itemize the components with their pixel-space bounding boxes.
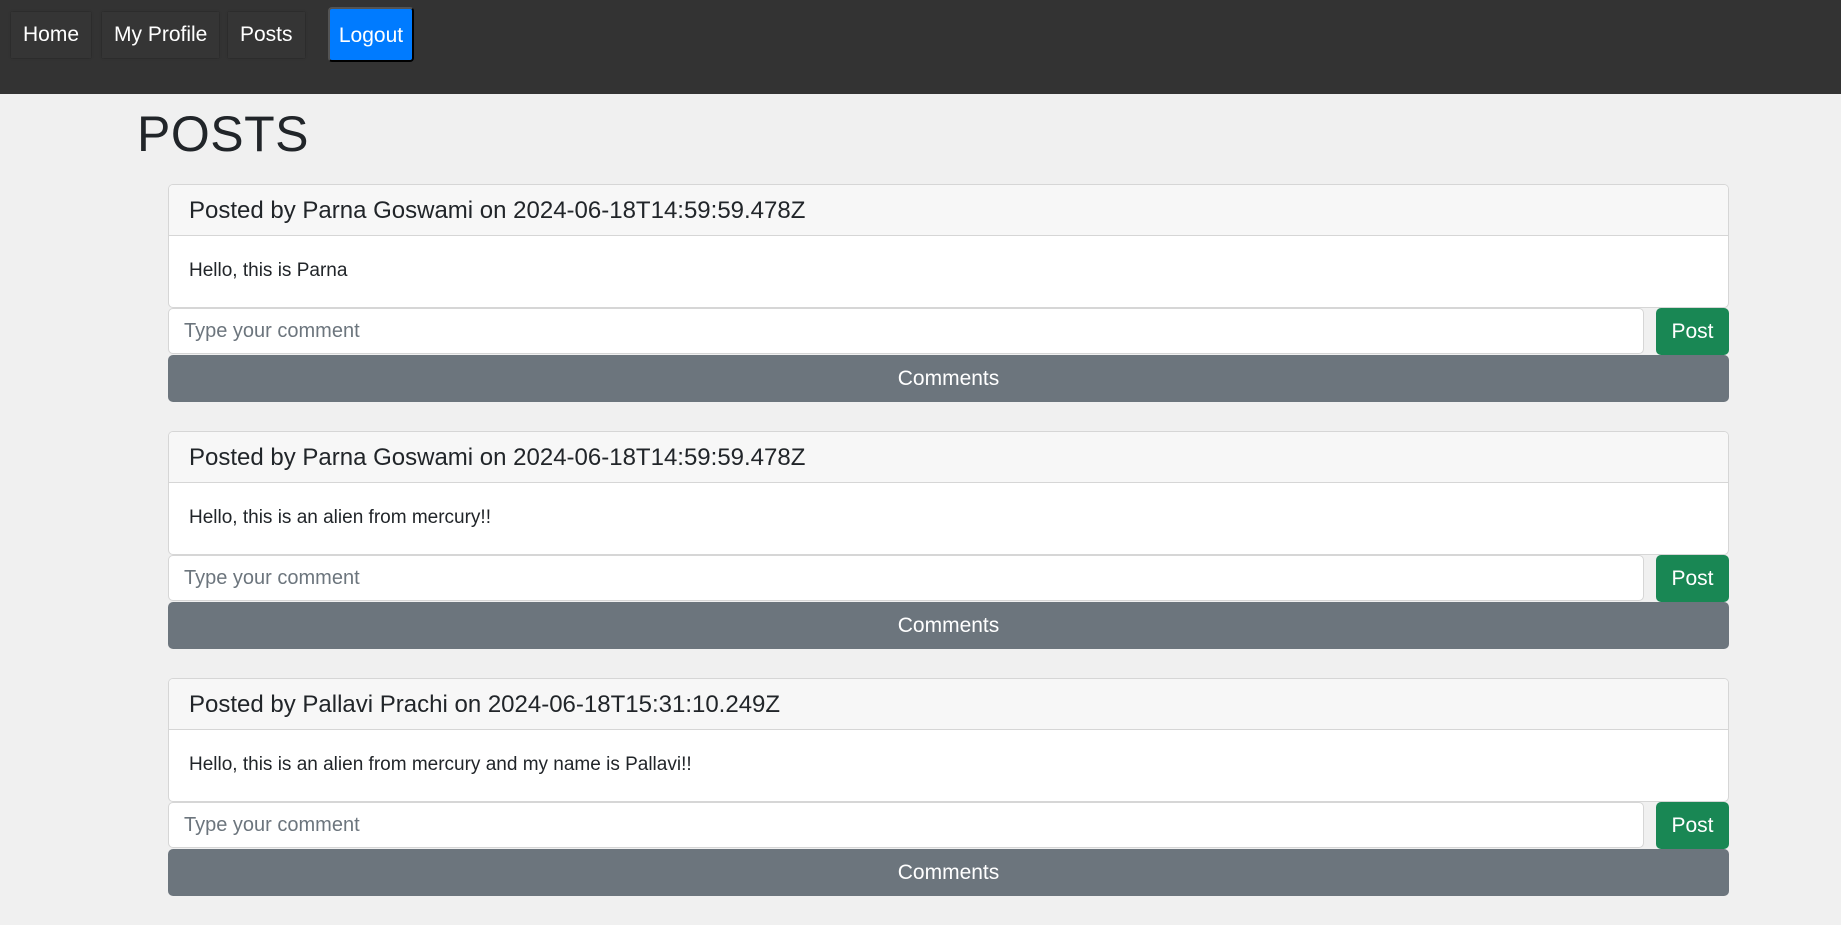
post-header: Posted by Parna Goswami on 2024-06-18T14… [169,432,1728,483]
post-body: Hello, this is an alien from mercury!! [189,507,491,528]
comments-toggle-button[interactable]: Comments [168,849,1729,896]
logout-button[interactable]: Logout [328,7,414,62]
post-comment-button[interactable]: Post [1656,802,1729,849]
post-card: Posted by Parna Goswami on 2024-06-18T14… [168,431,1729,555]
post-item: Posted by Pallavi Prachi on 2024-06-18T1… [168,678,1729,896]
post-body: Hello, this is an alien from mercury and… [189,754,692,775]
comment-form: Post [168,308,1729,355]
post-comment-button[interactable]: Post [1656,308,1729,355]
comments-toggle-button[interactable]: Comments [168,602,1729,649]
post-card: Posted by Parna Goswami on 2024-06-18T14… [168,184,1729,308]
comment-form: Post [168,555,1729,602]
page-title: POSTS [137,106,309,162]
comment-form: Post [168,802,1729,849]
post-card: Posted by Pallavi Prachi on 2024-06-18T1… [168,678,1729,802]
comment-input[interactable] [168,802,1644,848]
comment-input[interactable] [168,555,1644,601]
post-item: Posted by Parna Goswami on 2024-06-18T14… [168,431,1729,649]
post-item: Posted by Parna Goswami on 2024-06-18T14… [168,184,1729,402]
post-comment-button[interactable]: Post [1656,555,1729,602]
nav-home-link[interactable]: Home [11,12,92,58]
top-navbar: Home My Profile Posts Logout [0,0,1841,94]
comment-input[interactable] [168,308,1644,354]
post-body: Hello, this is Parna [189,260,348,281]
nav-my-profile-link[interactable]: My Profile [102,12,220,58]
nav-posts-link[interactable]: Posts [228,12,305,58]
post-header: Posted by Parna Goswami on 2024-06-18T14… [169,185,1728,236]
posts-list: Posted by Parna Goswami on 2024-06-18T14… [168,184,1729,925]
post-header: Posted by Pallavi Prachi on 2024-06-18T1… [169,679,1728,730]
comments-toggle-button[interactable]: Comments [168,355,1729,402]
